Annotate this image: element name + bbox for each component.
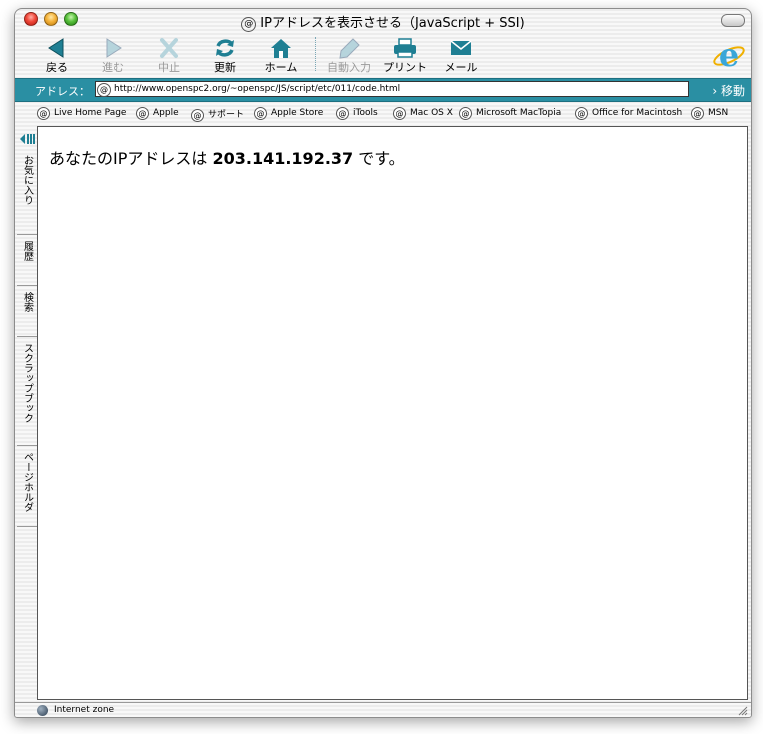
- page-content[interactable]: あなたのIPアドレスは 203.141.192.37 です。: [37, 126, 748, 700]
- browser-window: @ IPアドレスを表示させる（JavaScript + SSI) 戻る 進む 中止…: [14, 8, 752, 718]
- link-at-icon: @: [393, 107, 406, 120]
- favorite-item[interactable]: @ Apple: [136, 107, 179, 120]
- address-bar: アドレス： @ › 移動: [15, 78, 751, 102]
- resize-grip-icon[interactable]: [737, 705, 748, 716]
- favorite-label: Office for Macintosh: [592, 108, 683, 118]
- favorites-bar: @ Live Home Page @ Apple @ サポート @ Apple Stor…: [15, 103, 751, 125]
- favorite-item[interactable]: @ Live Home Page: [37, 107, 126, 120]
- ip-prefix: あなたのIPアドレスは: [49, 149, 208, 168]
- link-at-icon: @: [191, 109, 204, 122]
- mail-label: メール: [444, 61, 478, 74]
- stop-label: 中止: [158, 61, 180, 74]
- address-label: アドレス：: [35, 85, 90, 98]
- tab-scrapbook[interactable]: スクラップブック: [17, 337, 37, 446]
- print-label: プリント: [383, 61, 427, 74]
- favorite-label: Microsoft MacTopia: [476, 108, 562, 118]
- tab-favorites[interactable]: お気に入り: [17, 149, 37, 235]
- favorite-label: Live Home Page: [54, 108, 127, 118]
- tab-search[interactable]: 検索: [17, 286, 37, 337]
- favorite-label: Mac OS X: [410, 108, 453, 118]
- go-button[interactable]: › 移動: [712, 82, 745, 99]
- stop-x-icon: [160, 38, 178, 58]
- favorite-label: MSN: [708, 108, 729, 118]
- link-at-icon: @: [37, 107, 50, 120]
- tab-label: 検索: [21, 292, 33, 312]
- tab-history[interactable]: 履歴: [17, 235, 37, 286]
- favorite-label: iTools: [353, 108, 378, 118]
- favorite-item[interactable]: @ Apple Store: [254, 107, 323, 120]
- favorite-label: Apple Store: [271, 108, 324, 118]
- link-at-icon: @: [691, 107, 704, 120]
- globe-icon: [37, 705, 48, 716]
- link-at-icon: @: [136, 107, 149, 120]
- ie-logo-icon[interactable]: e: [711, 37, 747, 73]
- window-title-text: IPアドレスを表示させる（JavaScript + SSI): [260, 16, 525, 31]
- tab-label: 履歴: [21, 241, 33, 261]
- forward-button[interactable]: 進む: [87, 37, 139, 75]
- favorite-item[interactable]: @ Mac OS X: [393, 107, 453, 120]
- tab-page-holder[interactable]: ページホルダ: [17, 446, 37, 527]
- favorite-label: Apple: [153, 108, 179, 118]
- autofill-pen-icon: [339, 38, 360, 59]
- forward-label: 進む: [102, 61, 124, 74]
- status-bar: Internet zone: [15, 702, 751, 717]
- explorer-toggle-icon[interactable]: [20, 133, 36, 145]
- page-at-icon: @: [241, 17, 257, 32]
- mail-button[interactable]: メール: [435, 37, 487, 75]
- link-at-icon: @: [459, 107, 472, 120]
- autofill-label: 自動入力: [327, 61, 371, 74]
- tab-label: ページホルダ: [21, 452, 33, 512]
- back-button[interactable]: 戻る: [31, 37, 83, 75]
- stop-button[interactable]: 中止: [143, 37, 195, 75]
- favorite-item[interactable]: @ サポート: [191, 107, 244, 122]
- autofill-button[interactable]: 自動入力: [323, 37, 375, 75]
- refresh-button[interactable]: 更新: [199, 37, 251, 75]
- svg-text:e: e: [719, 37, 739, 73]
- favorite-item[interactable]: @ Office for Macintosh: [575, 107, 682, 120]
- favorite-item[interactable]: @ MSN: [691, 107, 728, 120]
- link-at-icon: @: [254, 107, 267, 120]
- toolbar-separator: [315, 37, 316, 71]
- ip-address: 203.141.192.37: [212, 149, 354, 168]
- printer-icon: [394, 38, 416, 58]
- back-label: 戻る: [46, 61, 68, 74]
- toolbar-toggle-button[interactable]: [721, 14, 745, 27]
- go-arrow-icon: ›: [712, 84, 718, 98]
- toolbar: 戻る 進む 中止 更新 ホーム 自動入力 プリント メール e: [15, 33, 751, 77]
- ip-message: あなたのIPアドレスは 203.141.192.37 です。: [49, 145, 405, 169]
- favorite-item[interactable]: @ iTools: [336, 107, 378, 120]
- page-at-icon: @: [97, 83, 111, 97]
- forward-arrow-icon: [106, 38, 122, 58]
- title-bar[interactable]: @ IPアドレスを表示させる（JavaScript + SSI): [15, 9, 751, 32]
- link-at-icon: @: [575, 107, 588, 120]
- back-arrow-icon: [48, 38, 64, 58]
- tab-label: スクラップブック: [21, 343, 33, 423]
- explorer-bar-tabs: お気に入り 履歴 検索 スクラップブック ページホルダ: [17, 129, 37, 703]
- favorite-item[interactable]: @ Microsoft MacTopia: [459, 107, 561, 120]
- home-label: ホーム: [264, 61, 298, 74]
- zone-status: Internet zone: [54, 705, 115, 715]
- ip-suffix: です。: [358, 149, 405, 168]
- mail-icon: [450, 40, 472, 55]
- home-button[interactable]: ホーム: [255, 37, 307, 75]
- go-label: 移動: [720, 84, 745, 98]
- link-at-icon: @: [336, 107, 349, 120]
- print-button[interactable]: プリント: [379, 37, 431, 75]
- window-title: @ IPアドレスを表示させる（JavaScript + SSI): [15, 12, 751, 32]
- refresh-icon: [216, 39, 234, 57]
- address-input[interactable]: [95, 81, 689, 97]
- favorite-label: サポート: [208, 110, 245, 120]
- refresh-label: 更新: [214, 61, 236, 74]
- tab-label: お気に入り: [21, 155, 33, 205]
- home-icon: [271, 39, 291, 58]
